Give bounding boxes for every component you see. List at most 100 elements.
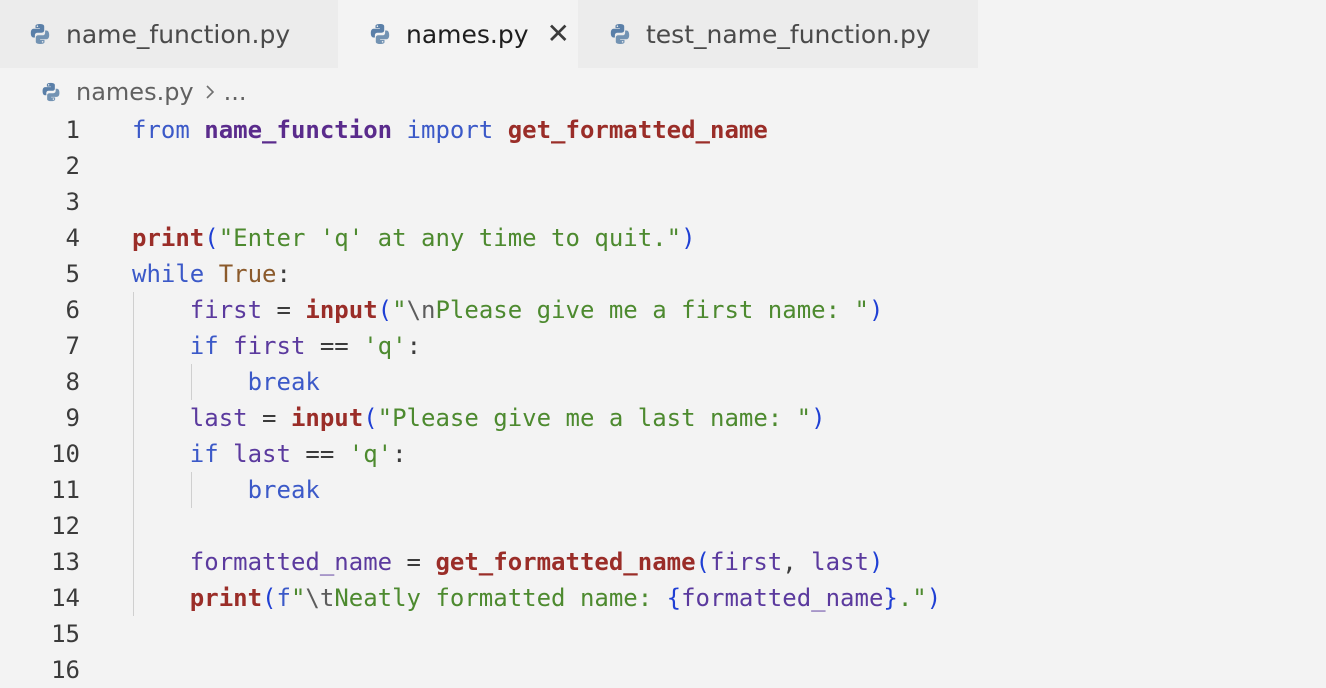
tab-label: name_function.py (66, 19, 291, 49)
code-token: Neatly formatted name: (334, 584, 667, 612)
code-token: , (782, 548, 812, 576)
code-line[interactable]: 10 if last == 'q': (0, 436, 1326, 472)
code-line[interactable]: 6 first = input("\nPlease give me a firs… (0, 292, 1326, 328)
code-token: input (305, 296, 378, 324)
code-token: ) (868, 296, 884, 324)
code-token: \t (305, 584, 335, 612)
code-token: 'q' (363, 332, 407, 360)
line-number: 6 (65, 296, 80, 324)
tab-name-function[interactable]: name_function.py (0, 0, 338, 68)
code-token: ) (868, 548, 884, 576)
tab-test-name-function[interactable]: test_name_function.py (578, 0, 978, 68)
code-text: first = input("\nPlease give me a first … (132, 292, 884, 328)
code-line[interactable]: 12 (0, 508, 1326, 544)
code-token: while (132, 260, 205, 288)
code-token: first (710, 548, 783, 576)
line-number: 3 (65, 188, 80, 216)
code-text: while True: (132, 256, 291, 292)
code-token: break (247, 368, 320, 396)
python-icon (610, 24, 630, 44)
python-icon (370, 24, 390, 44)
code-text: last = input("Please give me a last name… (132, 400, 826, 436)
code-text: if last == 'q': (132, 436, 407, 472)
code-token: ( (262, 584, 277, 612)
code-line[interactable]: 8 break (0, 364, 1326, 400)
code-token: input (290, 404, 364, 432)
code-token: if (189, 440, 219, 468)
tab-names[interactable]: names.py ✕ (338, 0, 578, 68)
line-number: 9 (65, 404, 80, 432)
code-line[interactable]: 13 formatted_name = get_formatted_name(f… (0, 544, 1326, 580)
code-line[interactable]: 9 last = input("Please give me a last na… (0, 400, 1326, 436)
line-number: 13 (51, 548, 80, 576)
code-token: = (392, 548, 436, 576)
code-text: print(f"\tNeatly formatted name: {format… (132, 580, 941, 616)
line-number: 11 (51, 476, 80, 504)
breadcrumb-file[interactable]: names.py (76, 78, 194, 106)
code-token: ) (681, 224, 696, 252)
breadcrumb-more[interactable]: ... (224, 78, 247, 106)
line-number: 1 (65, 116, 80, 144)
code-token: from (132, 116, 190, 144)
code-line[interactable]: 3 (0, 184, 1326, 220)
code-token: ) (926, 584, 942, 612)
code-token: : (276, 260, 291, 288)
code-editor[interactable]: 1 from name_function import get_formatted… (0, 112, 1326, 688)
line-number: 4 (65, 224, 80, 252)
code-token: "Enter 'q' at any time to quit." (218, 224, 682, 252)
code-line[interactable]: 4 print("Enter 'q' at any time to quit.") (0, 220, 1326, 256)
code-line[interactable]: 7 if first == 'q': (0, 328, 1326, 364)
code-token: name_function (204, 116, 393, 144)
code-token: " (290, 584, 306, 612)
breadcrumb[interactable]: names.py ... (40, 76, 247, 108)
code-token: last (233, 440, 291, 468)
code-text: from name_function import get_formatted_… (132, 112, 768, 148)
code-text: break (132, 472, 320, 508)
code-token: print (132, 224, 205, 252)
code-line[interactable]: 1 from name_function import get_formatted… (0, 112, 1326, 148)
code-text: formatted_name = get_formatted_name(firs… (132, 544, 884, 580)
code-token: "Please give me a last name: " (377, 404, 812, 432)
code-token: ( (695, 548, 710, 576)
code-token: ) (811, 404, 826, 432)
code-token: ( (204, 224, 219, 252)
code-token: 'q' (348, 440, 393, 468)
code-token: ( (363, 404, 378, 432)
close-icon[interactable]: ✕ (547, 20, 570, 48)
tab-label: test_name_function.py (646, 19, 931, 49)
code-line[interactable]: 14 print(f"\tNeatly formatted name: {for… (0, 580, 1326, 616)
code-token: f (276, 584, 291, 612)
code-token: last (189, 404, 248, 432)
code-line[interactable]: 15 (0, 616, 1326, 652)
code-token: ." (897, 584, 927, 612)
line-number: 16 (51, 656, 80, 684)
code-text: if first == 'q': (132, 328, 421, 364)
code-token: " (392, 296, 407, 324)
code-text: print("Enter 'q' at any time to quit.") (132, 220, 696, 256)
code-line[interactable]: 11 break (0, 472, 1326, 508)
line-number: 14 (51, 584, 80, 612)
code-token: = (247, 404, 291, 432)
line-number: 7 (65, 332, 80, 360)
code-token: : (392, 440, 407, 468)
code-token: Please give me a first name: " (435, 296, 869, 324)
line-number: 12 (51, 512, 80, 540)
code-line[interactable]: 16 (0, 652, 1326, 688)
code-token: formatted_name (189, 548, 393, 576)
code-token: get_formatted_name (507, 116, 768, 144)
code-line[interactable]: 5 while True: (0, 256, 1326, 292)
code-line[interactable]: 2 (0, 148, 1326, 184)
code-token: first (189, 296, 263, 324)
code-token: == (290, 440, 349, 468)
